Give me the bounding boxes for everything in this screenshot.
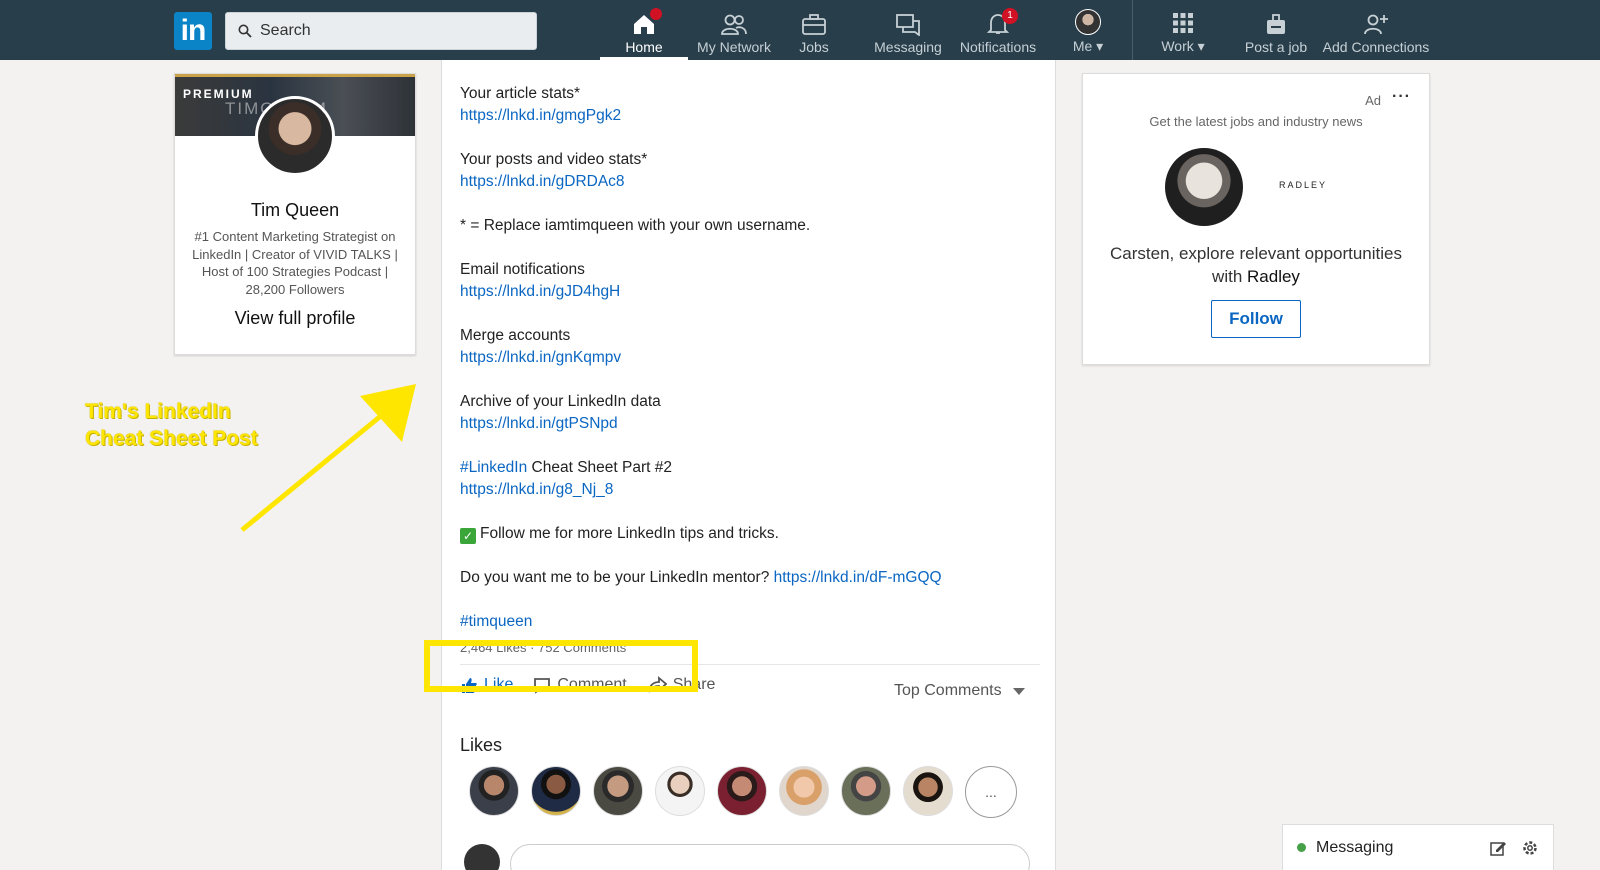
comment-avatar (464, 844, 500, 870)
nav-home-label: Home (625, 39, 663, 55)
briefcase-icon (802, 14, 826, 35)
network-icon (721, 14, 747, 35)
annotation-text: Tim's LinkedIn Cheat Sheet Post (85, 398, 258, 452)
nav-messaging[interactable]: Messaging (864, 0, 952, 60)
post-link-5[interactable]: https://lnkd.in/gnKqmpv (460, 349, 621, 366)
post-link-cheat[interactable]: https://lnkd.in/g8_Nj_8 (460, 481, 613, 498)
nav-add-connections[interactable]: Add Connections (1316, 0, 1436, 60)
liker-avatar[interactable] (531, 766, 581, 816)
nav-me-label: Me ▾ (1072, 38, 1104, 54)
hashtag-linkedin[interactable]: #LinkedIn (460, 459, 527, 476)
post-block-hashtag: #timqueen (460, 611, 1030, 633)
liker-avatar[interactable] (779, 766, 829, 816)
nav-messaging-label: Messaging (874, 39, 942, 55)
grid-icon (1173, 13, 1193, 33)
comment-input[interactable] (510, 844, 1030, 870)
ad-menu-icon[interactable]: ··· (1392, 88, 1411, 106)
top-comments-dropdown[interactable]: Top Comments (894, 682, 1026, 700)
post-block-1: Your article stats* https://lnkd.in/gmgPg… (460, 85, 622, 124)
liker-avatar[interactable] (469, 766, 519, 816)
linkedin-logo[interactable]: in (174, 12, 212, 50)
post-link-mentor[interactable]: https://lnkd.in/dF-mGQQ (774, 569, 942, 586)
liker-avatar[interactable] (655, 766, 705, 816)
post-block-4: Email notifications https://lnkd.in/gJD4h… (460, 261, 621, 300)
more-likes-button[interactable]: ... (965, 766, 1017, 818)
follow-button[interactable]: Follow (1211, 300, 1301, 338)
profile-name[interactable]: Tim Queen (175, 200, 415, 221)
add-person-icon (1364, 14, 1388, 35)
nav-my-network[interactable]: My Network (690, 0, 778, 60)
hashtag-timqueen[interactable]: #timqueen (460, 613, 532, 630)
likes-heading: Likes (460, 735, 503, 755)
liker-avatar[interactable] (903, 766, 953, 816)
nav-notifications[interactable]: 1 Notifications (950, 0, 1046, 60)
nav-jobs[interactable]: Jobs (780, 0, 848, 60)
nav-add-connections-label: Add Connections (1322, 39, 1430, 55)
top-nav: in Search Home My Network Jobs Messaging… (0, 0, 1600, 60)
view-profile-link[interactable]: View full profile (175, 308, 415, 329)
gear-icon[interactable] (1521, 839, 1539, 857)
nav-home[interactable]: Home (600, 0, 688, 60)
profile-headline: #1 Content Marketing Strategist on Linke… (192, 229, 398, 297)
annotation-line1: Tim's LinkedIn (85, 400, 231, 423)
nav-work-label: Work ▾ (1161, 38, 1205, 54)
online-status-dot (1297, 843, 1306, 852)
caret-down-icon (1012, 688, 1025, 695)
annotation-line2: Cheat Sheet Post (85, 427, 258, 450)
nav-notifications-label: Notifications (959, 39, 1037, 55)
home-badge (650, 8, 662, 20)
notifications-badge: 1 (1002, 8, 1018, 24)
top-comments-label: Top Comments (894, 682, 1002, 699)
ad-company: Radley (1247, 267, 1300, 286)
search-placeholder: Search (260, 22, 311, 39)
profile-avatar[interactable] (255, 96, 335, 176)
post-link-1[interactable]: https://lnkd.in/gmgPgk2 (460, 107, 621, 124)
stats-highlight-box (424, 640, 698, 692)
post-block-5: Merge accounts https://lnkd.in/gnKqmpv (460, 327, 622, 366)
post-link-2[interactable]: https://lnkd.in/gDRDAc8 (460, 173, 625, 190)
ad-text: Carsten, explore relevant opportunities … (1110, 244, 1402, 286)
liker-avatar[interactable] (841, 766, 891, 816)
post-block-6: Archive of your LinkedIn data https://lnk… (460, 393, 661, 432)
liker-avatar[interactable] (593, 766, 643, 816)
ad-card: Ad ··· Get the latest jobs and industry … (1082, 73, 1430, 365)
nav-separator (1132, 0, 1133, 60)
nav-post-job-label: Post a job (1244, 39, 1308, 55)
search-icon (238, 24, 252, 38)
nav-network-label: My Network (697, 39, 771, 55)
liker-avatar[interactable] (717, 766, 767, 816)
post-block-3: * = Replace iamtimqueen with your own us… (460, 217, 811, 234)
ad-headline: Get the latest jobs and industry news (1149, 114, 1363, 129)
search-input[interactable]: Search (225, 12, 537, 50)
radley-logo[interactable]: RADLEY (1279, 180, 1327, 190)
post-block-mentor: Do you want me to be your LinkedIn mento… (460, 569, 942, 586)
messaging-bar[interactable]: Messaging (1282, 824, 1554, 870)
likers-list: ... (469, 766, 1017, 818)
post-detail: Your article stats* https://lnkd.in/gmgPg… (441, 60, 1056, 870)
annotation-arrow-icon (240, 384, 416, 532)
nav-me[interactable]: Me ▾ (1056, 0, 1120, 60)
chat-icon (896, 14, 920, 36)
post-block-2: Your posts and video stats* https://lnkd.… (460, 151, 648, 190)
post-link-4[interactable]: https://lnkd.in/gJD4hgH (460, 283, 620, 300)
messaging-label: Messaging (1316, 838, 1394, 856)
checkmark-icon: ✓ (460, 528, 476, 544)
messaging-icons (1489, 839, 1539, 857)
post-job-icon (1267, 14, 1285, 34)
nav-work[interactable]: Work ▾ (1150, 0, 1216, 60)
ad-label: Ad (1365, 93, 1381, 108)
nav-post-job[interactable]: Post a job (1226, 0, 1326, 60)
nav-jobs-label: Jobs (799, 39, 829, 55)
post-block-cheat: #LinkedIn Cheat Sheet Part #2 https://lnk… (460, 459, 672, 498)
ad-user-avatar (1165, 148, 1243, 226)
profile-card: PREMIUM TIMQ COM Tim Queen #1 Content Ma… (174, 73, 416, 355)
post-link-6[interactable]: https://lnkd.in/gtPSNpd (460, 415, 618, 432)
me-avatar (1075, 9, 1101, 35)
post-body: Your article stats* https://lnkd.in/gmgPg… (460, 83, 1030, 655)
post-block-follow: ✓ Follow me for more LinkedIn tips and tr… (460, 523, 1030, 545)
compose-icon[interactable] (1489, 839, 1507, 857)
